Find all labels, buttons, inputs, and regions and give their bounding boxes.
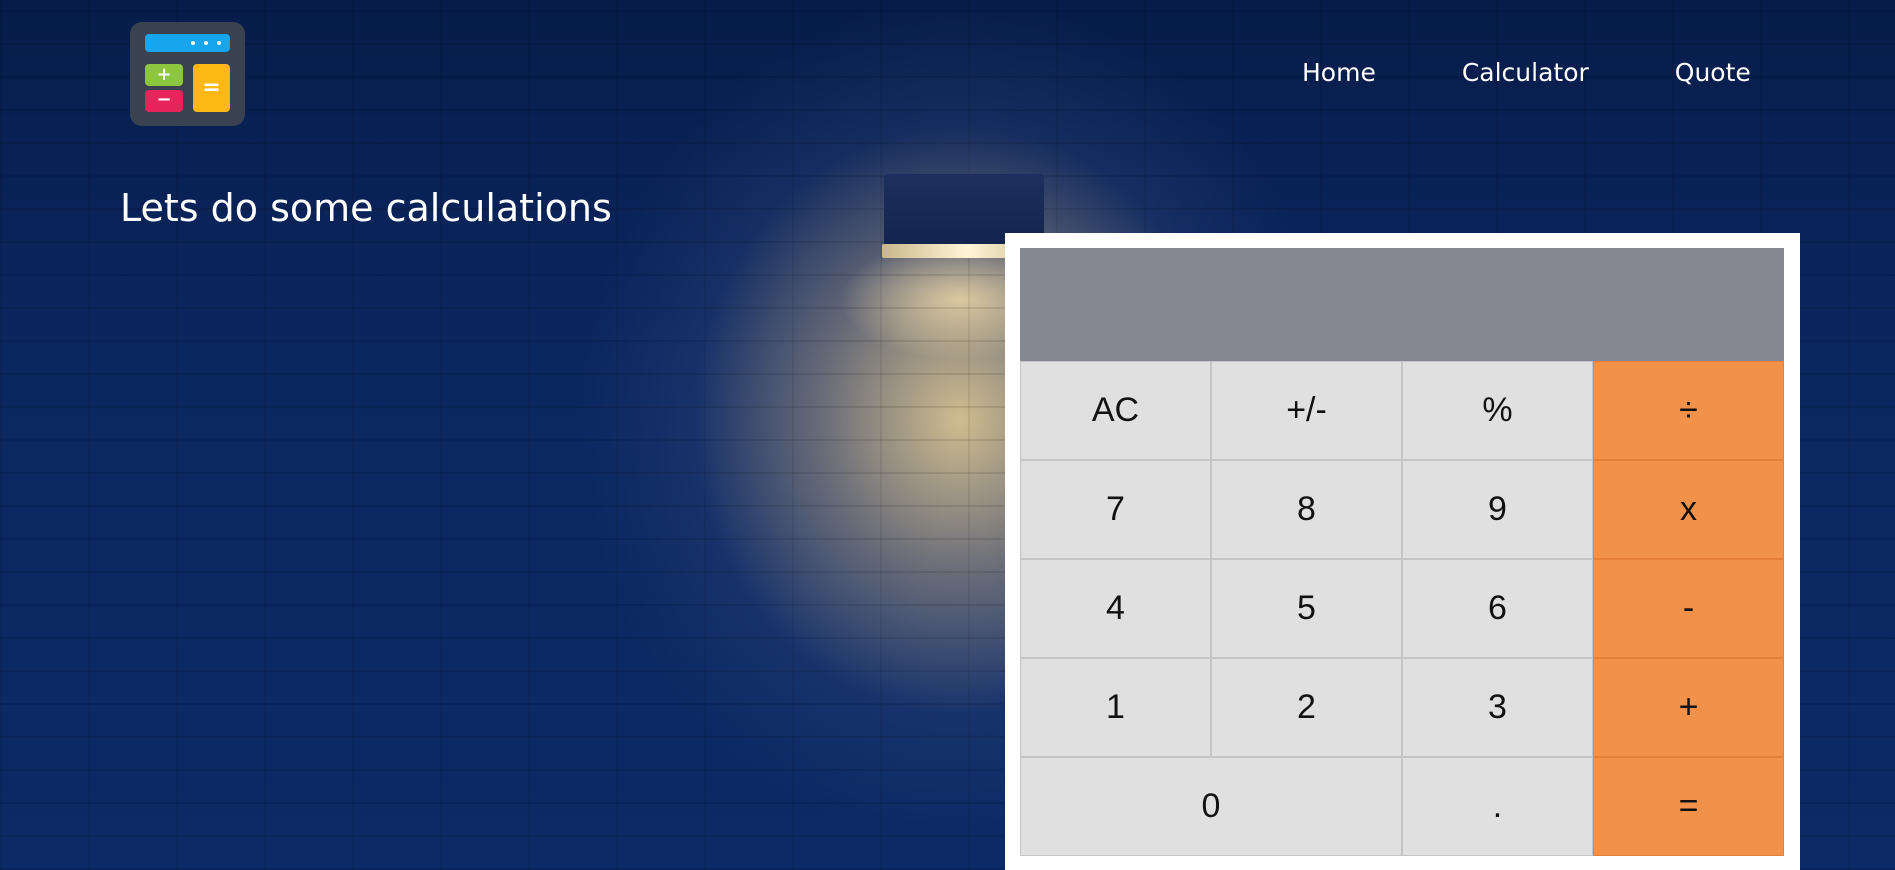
key-7[interactable]: 7: [1020, 460, 1211, 559]
key-multiply[interactable]: x: [1593, 460, 1784, 559]
logo-dot: [204, 41, 208, 45]
logo-plus-icon: +: [145, 64, 183, 86]
key-add[interactable]: +: [1593, 658, 1784, 757]
key-2[interactable]: 2: [1211, 658, 1402, 757]
logo-dot: [217, 41, 221, 45]
key-subtract[interactable]: -: [1593, 559, 1784, 658]
key-0[interactable]: 0: [1020, 757, 1402, 856]
key-6[interactable]: 6: [1402, 559, 1593, 658]
nav-quote-link[interactable]: Quote: [1675, 58, 1751, 87]
page-heading: Lets do some calculations: [120, 186, 612, 230]
key-plus-minus[interactable]: +/-: [1211, 361, 1402, 460]
key-9[interactable]: 9: [1402, 460, 1593, 559]
calculator-app-icon[interactable]: + = −: [130, 22, 245, 126]
calculator-keypad: AC +/- % ÷ 7 8 9 x 4 5 6 - 1 2 3 + 0 . =: [1020, 361, 1784, 856]
key-1[interactable]: 1: [1020, 658, 1211, 757]
key-4[interactable]: 4: [1020, 559, 1211, 658]
logo-minus-icon: −: [145, 90, 183, 112]
key-percent[interactable]: %: [1402, 361, 1593, 460]
logo-screen: [145, 34, 230, 52]
nav-home-link[interactable]: Home: [1302, 58, 1376, 87]
calculator-display: [1020, 248, 1784, 361]
main-nav: Home Calculator Quote: [1302, 58, 1751, 87]
logo-dot: [191, 41, 195, 45]
key-decimal[interactable]: .: [1402, 757, 1593, 856]
key-all-clear[interactable]: AC: [1020, 361, 1211, 460]
key-5[interactable]: 5: [1211, 559, 1402, 658]
key-3[interactable]: 3: [1402, 658, 1593, 757]
logo-equals-icon: =: [193, 64, 230, 112]
key-8[interactable]: 8: [1211, 460, 1402, 559]
nav-calculator-link[interactable]: Calculator: [1462, 58, 1589, 87]
key-divide[interactable]: ÷: [1593, 361, 1784, 460]
calculator: AC +/- % ÷ 7 8 9 x 4 5 6 - 1 2 3 + 0 . =: [1005, 233, 1800, 870]
key-equals[interactable]: =: [1593, 757, 1784, 856]
